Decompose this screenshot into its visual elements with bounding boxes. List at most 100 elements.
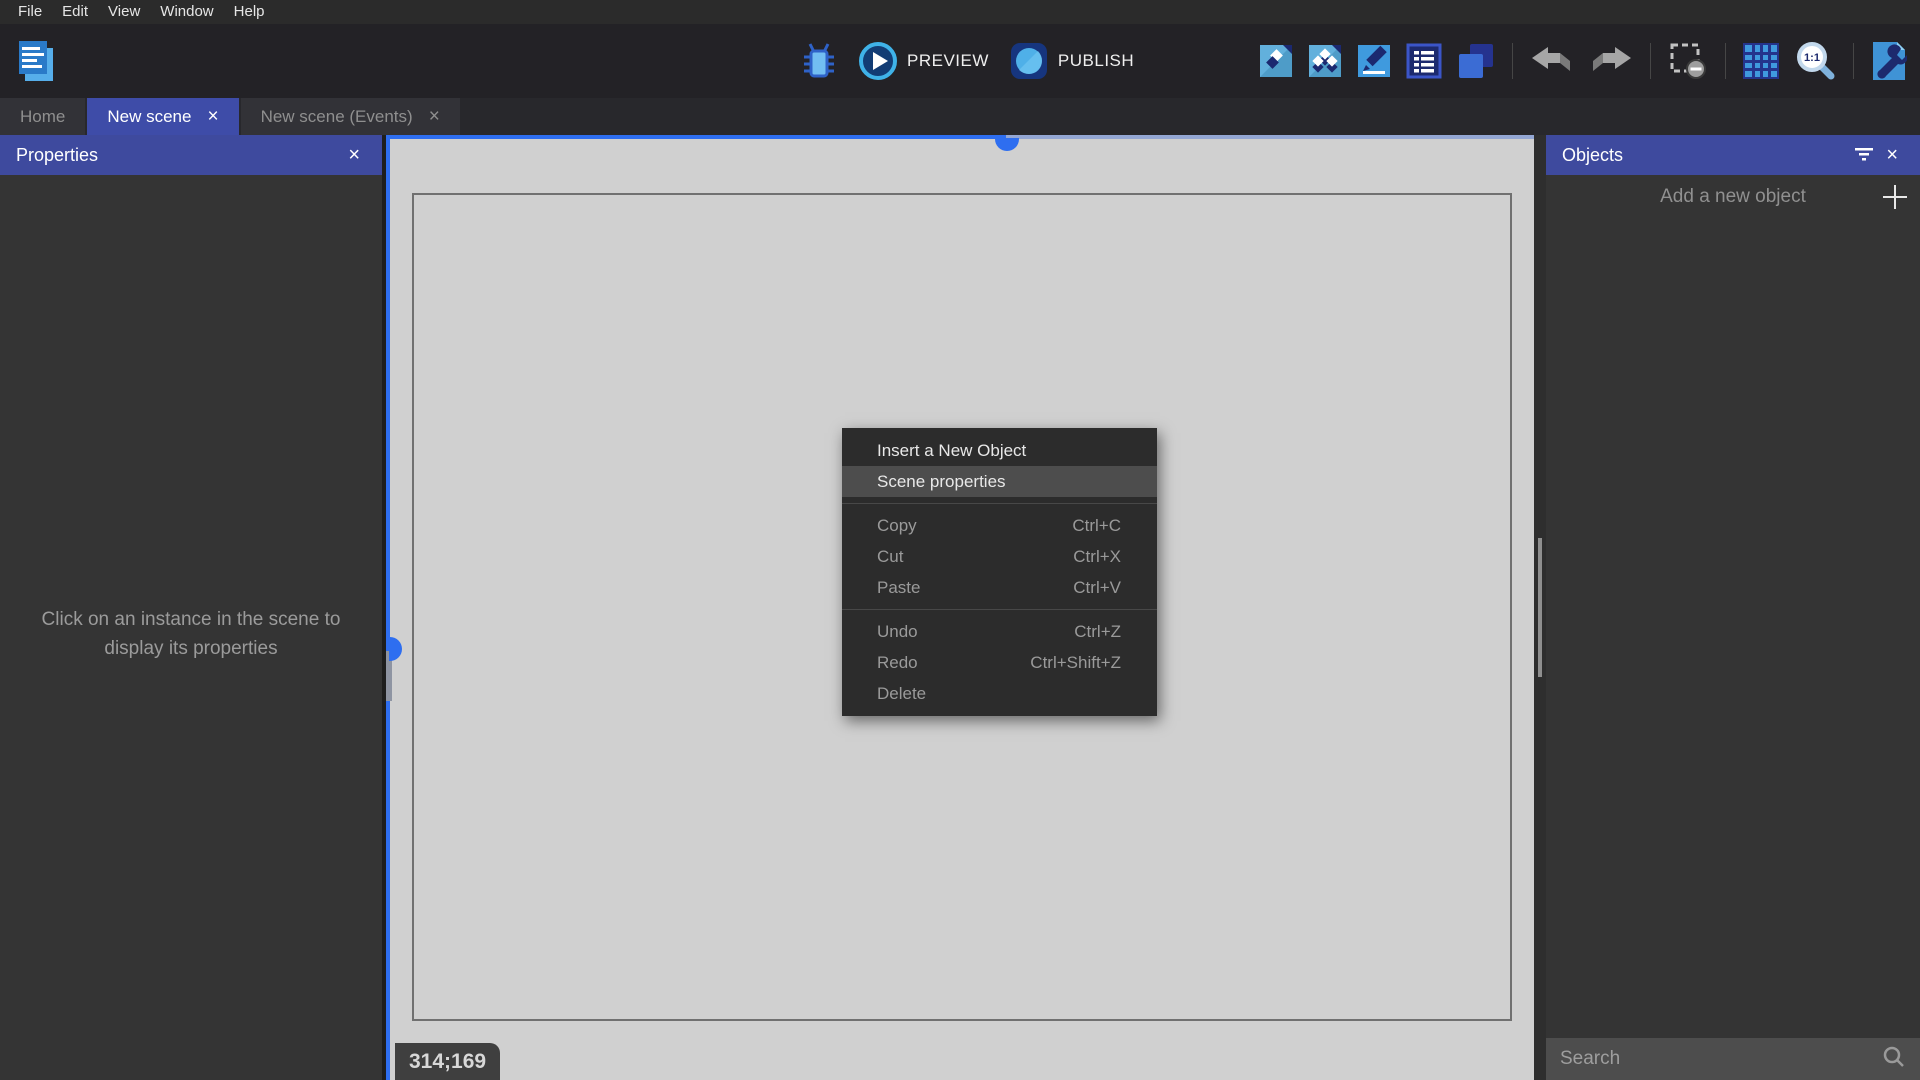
objects-search-bar[interactable] — [1546, 1038, 1920, 1080]
context-menu-item-label: Delete — [877, 684, 926, 704]
svg-text:1:1: 1:1 — [1804, 52, 1820, 64]
right-scrollbar-thumb[interactable] — [1538, 538, 1542, 677]
scene-properties-button[interactable] — [1871, 40, 1907, 82]
tab-label: New scene (Events) — [261, 107, 413, 127]
grid-icon — [1743, 43, 1779, 79]
instances-list-icon — [1406, 43, 1442, 79]
context-menu-item-paste[interactable]: Paste Ctrl+V — [842, 572, 1157, 603]
search-icon — [1882, 1045, 1906, 1074]
publish-button[interactable]: PUBLISH — [1009, 41, 1134, 81]
menu-item-file[interactable]: File — [8, 0, 52, 24]
zoom-one-to-one-icon: 1:1 — [1794, 40, 1836, 82]
tab-label: Home — [20, 107, 65, 127]
menu-item-edit[interactable]: Edit — [52, 0, 98, 24]
object-groups-icon — [1308, 44, 1342, 78]
context-menu-item-shortcut: Ctrl+X — [1073, 547, 1121, 567]
editor-tab-bar: Home New scene × New scene (Events) × — [0, 98, 1920, 135]
objects-panel-icon — [1259, 44, 1293, 78]
undo-arrow-icon — [1530, 45, 1574, 77]
objects-panel-header: Objects × — [1546, 135, 1920, 175]
context-menu-item-redo[interactable]: Redo Ctrl+Shift+Z — [842, 647, 1157, 678]
toolbar-right-group: 1:1 — [1259, 24, 1907, 98]
tab-new-scene[interactable]: New scene × — [87, 98, 238, 135]
preview-play-icon — [858, 41, 898, 81]
debugger-button[interactable] — [800, 40, 838, 82]
tab-label: New scene — [107, 107, 191, 127]
context-menu-item-label: Paste — [877, 578, 920, 598]
object-groups-button[interactable] — [1308, 44, 1342, 78]
scene-properties-wrench-icon — [1871, 40, 1907, 82]
objects-panel-button[interactable] — [1259, 44, 1293, 78]
add-object-plus-icon[interactable] — [1882, 184, 1908, 215]
menu-item-window[interactable]: Window — [150, 0, 223, 24]
menu-bar: FileEditViewWindowHelp — [0, 0, 1920, 24]
context-menu-item-shortcut: Ctrl+C — [1072, 516, 1121, 536]
context-menu-item-label: Scene properties — [877, 472, 1006, 492]
context-menu-separator — [842, 503, 1157, 504]
project-manager-icon — [16, 39, 56, 83]
properties-panel-header: Properties × — [0, 135, 382, 175]
preview-button[interactable]: PREVIEW — [858, 41, 989, 81]
top-splitter-handle[interactable] — [995, 138, 1019, 151]
context-menu-item-undo[interactable]: Undo Ctrl+Z — [842, 616, 1157, 647]
add-object-row[interactable]: Add a new object — [1546, 175, 1920, 219]
context-menu-item-scene-properties[interactable]: Scene properties — [842, 466, 1157, 497]
publish-label: PUBLISH — [1058, 51, 1134, 71]
toolbar-center-group: PREVIEW PUBLISH — [800, 24, 1134, 98]
undo-button[interactable] — [1530, 45, 1574, 77]
context-menu-item-delete[interactable]: Delete — [842, 678, 1157, 709]
context-menu-item-label: Insert a New Object — [877, 441, 1026, 461]
clear-selection-button[interactable] — [1668, 42, 1708, 80]
toggle-grid-button[interactable] — [1743, 43, 1779, 79]
context-menu-item-label: Cut — [877, 547, 903, 567]
layers-icon — [1457, 42, 1495, 80]
properties-panel-title: Properties — [16, 145, 98, 166]
objects-filter-icon[interactable] — [1848, 145, 1880, 165]
left-splitter[interactable] — [386, 135, 390, 1080]
objects-close-icon[interactable]: × — [1880, 145, 1904, 165]
main-toolbar: PREVIEW PUBLISH — [0, 24, 1920, 98]
layers-panel-button[interactable] — [1457, 42, 1495, 80]
canvas-right-scrollbar[interactable] — [1534, 135, 1546, 1080]
instances-list-button[interactable] — [1406, 43, 1442, 79]
toolbar-separator — [1853, 43, 1854, 79]
properties-empty-message: Click on an instance in the scene to dis… — [30, 605, 352, 664]
toolbar-separator — [1725, 43, 1726, 79]
context-menu-item-shortcut: Ctrl+Z — [1074, 622, 1121, 642]
left-splitter-handle[interactable] — [389, 637, 402, 661]
context-menu-item-shortcut: Ctrl+Shift+Z — [1030, 653, 1121, 673]
context-menu: Insert a New ObjectScene propertiesCopyC… — [842, 428, 1157, 716]
properties-panel-button[interactable] — [1357, 44, 1391, 78]
menu-item-help[interactable]: Help — [224, 0, 275, 24]
zoom-reset-button[interactable]: 1:1 — [1794, 40, 1836, 82]
menu-item-view[interactable]: View — [98, 0, 150, 24]
redo-button[interactable] — [1589, 45, 1633, 77]
cursor-coordinates-badge: 314;169 — [395, 1043, 500, 1080]
context-menu-item-shortcut: Ctrl+V — [1073, 578, 1121, 598]
context-menu-item-copy[interactable]: Copy Ctrl+C — [842, 510, 1157, 541]
preview-label: PREVIEW — [907, 51, 989, 71]
properties-close-icon[interactable]: × — [342, 145, 366, 165]
context-menu-item-insert-a-new-object[interactable]: Insert a New Object — [842, 435, 1157, 466]
context-menu-separator — [842, 609, 1157, 610]
top-splitter[interactable] — [386, 135, 1534, 139]
add-object-label: Add a new object — [1660, 186, 1806, 208]
debugger-bug-icon — [800, 40, 838, 82]
properties-panel: Properties × Click on an instance in the… — [0, 135, 382, 1080]
context-menu-item-cut[interactable]: Cut Ctrl+X — [842, 541, 1157, 572]
deselect-icon — [1668, 42, 1708, 80]
tab-close-icon[interactable]: × — [429, 107, 440, 126]
edit-pencil-icon — [1357, 44, 1391, 78]
tab-home[interactable]: Home — [0, 98, 85, 135]
redo-arrow-icon — [1589, 45, 1633, 77]
tab-close-icon[interactable]: × — [207, 107, 218, 126]
project-manager-button[interactable] — [16, 39, 56, 83]
objects-panel: Objects × Add a new object — [1546, 135, 1920, 1080]
tab-new-scene-events[interactable]: New scene (Events) × — [241, 98, 460, 135]
context-menu-item-label: Redo — [877, 653, 918, 673]
toolbar-separator — [1512, 43, 1513, 79]
objects-search-input[interactable] — [1560, 1048, 1882, 1070]
context-menu-item-label: Undo — [877, 622, 918, 642]
context-menu-item-label: Copy — [877, 516, 917, 536]
objects-panel-title: Objects — [1562, 145, 1623, 166]
